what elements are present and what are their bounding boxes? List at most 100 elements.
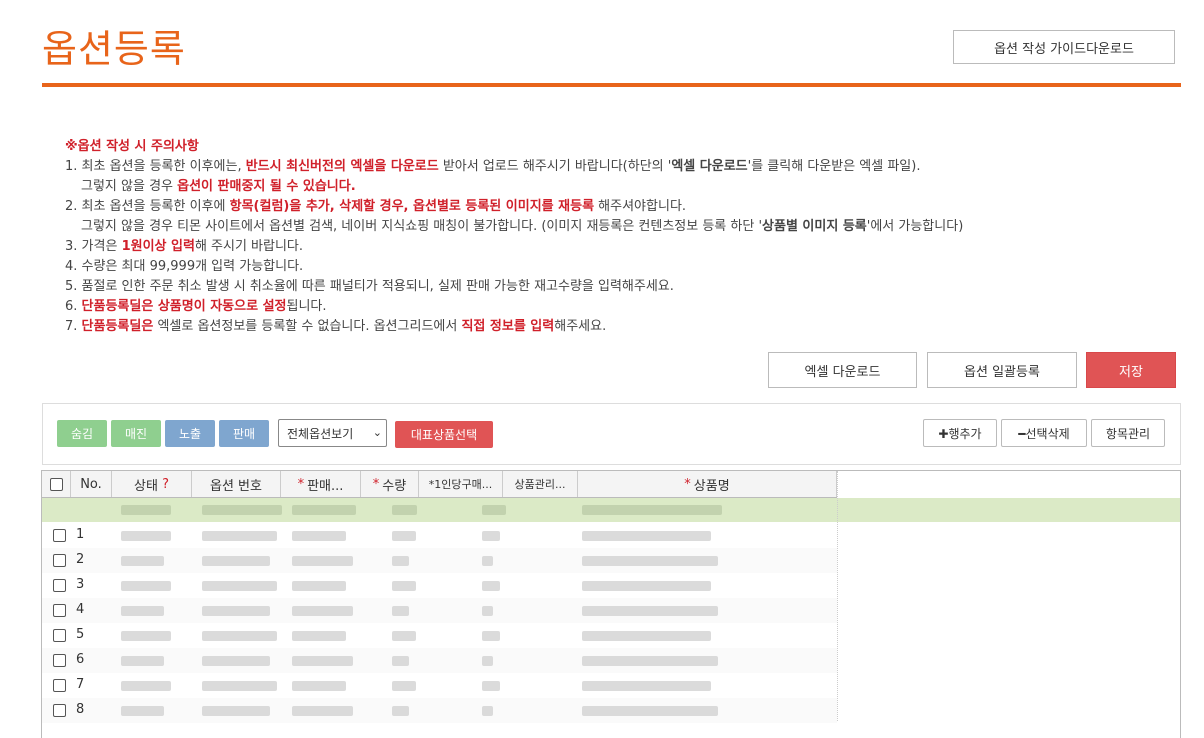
row-checkbox[interactable] (53, 704, 66, 717)
redacted-cell[interactable] (121, 556, 164, 566)
row-checkbox[interactable] (53, 604, 66, 617)
notice-line-2: 2. 최초 옵션을 등록한 이후에 항목(컬럼)을 추가, 삭제할 경우, 옵션… (65, 197, 963, 217)
header-label: 판매... (307, 478, 344, 494)
redacted-cell[interactable] (482, 656, 493, 666)
redacted-cell[interactable] (202, 606, 270, 616)
expose-button[interactable]: 노출 (165, 420, 215, 447)
redacted-cell[interactable] (392, 681, 416, 691)
redacted-cell[interactable] (582, 606, 718, 616)
notice-line-2b: 그렇지 않을 경우 티몬 사이트에서 옵션별 검색, 네이버 지식쇼핑 매칭이 … (65, 217, 963, 237)
add-row-button[interactable]: ✚행추가 (923, 419, 997, 447)
redacted-cell[interactable] (392, 606, 409, 616)
redacted-cell[interactable] (482, 706, 493, 716)
select-all-checkbox[interactable] (49, 477, 63, 491)
redacted-cell[interactable] (392, 656, 409, 666)
redacted-cell[interactable] (292, 706, 353, 716)
table-row[interactable]: 4 (42, 598, 837, 623)
table-row[interactable]: 2 (42, 548, 837, 573)
note-strong: 엑셀 다운로드 (671, 159, 748, 174)
redacted-cell[interactable] (121, 606, 164, 616)
row-checkbox[interactable] (53, 654, 66, 667)
hide-button[interactable]: 숨김 (57, 420, 107, 447)
delete-selected-button[interactable]: ━선택삭제 (1001, 419, 1087, 447)
header-label: 상태 (134, 478, 158, 494)
note-text: 됩니다. (286, 299, 327, 314)
redacted-cell[interactable] (392, 531, 416, 541)
header-qty[interactable]: * 수량 (361, 471, 419, 497)
redacted-cell[interactable] (202, 631, 277, 641)
redacted-cell[interactable] (482, 606, 493, 616)
header-product-name[interactable]: * 상품명 (578, 471, 837, 497)
redacted-cell[interactable] (292, 581, 346, 591)
redacted-cell[interactable] (121, 656, 164, 666)
row-number: 1 (76, 527, 85, 542)
row-checkbox[interactable] (53, 579, 66, 592)
redacted-cell[interactable] (121, 581, 171, 591)
redacted-cell[interactable] (482, 681, 500, 691)
redacted-cell[interactable] (292, 681, 346, 691)
row-checkbox[interactable] (53, 554, 66, 567)
header-price[interactable]: * 판매... (281, 471, 361, 497)
guide-download-button[interactable]: 옵션 작성 가이드다운로드 (953, 30, 1175, 64)
table-row[interactable]: 3 (42, 573, 837, 598)
redacted-cell[interactable] (202, 581, 277, 591)
redacted-cell[interactable] (121, 681, 171, 691)
redacted-cell[interactable] (582, 581, 711, 591)
redacted-cell[interactable] (121, 531, 171, 541)
bulk-register-button[interactable]: 옵션 일괄등록 (927, 352, 1077, 388)
header-option-no[interactable]: 옵션 번호 (192, 471, 281, 497)
redacted-cell[interactable] (292, 631, 346, 641)
save-button[interactable]: 저장 (1086, 352, 1176, 388)
redacted-cell[interactable] (292, 556, 353, 566)
manage-columns-button[interactable]: 항목관리 (1091, 419, 1165, 447)
redacted-cell[interactable] (392, 706, 409, 716)
redacted-cell[interactable] (292, 531, 346, 541)
redacted-cell[interactable] (392, 556, 409, 566)
note-text: 6. (65, 299, 82, 314)
table-row[interactable]: 1 (42, 523, 837, 548)
redacted-cell[interactable] (202, 706, 270, 716)
sell-button[interactable]: 판매 (219, 420, 269, 447)
soldout-button[interactable]: 매진 (111, 420, 161, 447)
redacted-cell[interactable] (482, 531, 500, 541)
redacted-filter-cell (202, 505, 282, 515)
help-icon[interactable]: ? (162, 477, 169, 492)
redacted-cell[interactable] (582, 631, 711, 641)
table-row[interactable]: 8 (42, 698, 837, 723)
redacted-cell[interactable] (121, 631, 171, 641)
row-checkbox[interactable] (53, 629, 66, 642)
redacted-cell[interactable] (482, 581, 500, 591)
redacted-cell[interactable] (202, 531, 277, 541)
header-purchase-limit[interactable]: *1인당구매... (419, 471, 503, 497)
row-checkbox[interactable] (53, 679, 66, 692)
row-number: 8 (76, 702, 85, 717)
table-row[interactable]: 6 (42, 648, 837, 673)
redacted-cell[interactable] (121, 706, 164, 716)
header-manage[interactable]: 상품관리... (503, 471, 578, 497)
notice-line-6: 6. 단품등록딜은 상품명이 자동으로 설정됩니다. (65, 297, 963, 317)
required-mark: * (684, 476, 691, 492)
redacted-cell[interactable] (582, 531, 711, 541)
redacted-cell[interactable] (392, 581, 416, 591)
redacted-cell[interactable] (582, 656, 718, 666)
notice-line-1b: 그렇지 않을 경우 옵션이 판매중지 될 수 있습니다. (65, 177, 963, 197)
redacted-cell[interactable] (202, 556, 270, 566)
redacted-cell[interactable] (392, 631, 416, 641)
redacted-cell[interactable] (482, 631, 500, 641)
rep-product-button[interactable]: 대표상품선택 (395, 421, 493, 448)
redacted-cell[interactable] (202, 656, 270, 666)
redacted-cell[interactable] (292, 656, 353, 666)
header-no: No. (71, 471, 112, 497)
option-view-select[interactable]: 전체옵션보기 ⌄ (278, 419, 387, 447)
redacted-cell[interactable] (582, 681, 711, 691)
excel-download-button[interactable]: 엑셀 다운로드 (768, 352, 917, 388)
header-status[interactable]: 상태 ? (112, 471, 192, 497)
redacted-cell[interactable] (582, 706, 718, 716)
redacted-cell[interactable] (582, 556, 718, 566)
redacted-cell[interactable] (292, 606, 353, 616)
table-row[interactable]: 5 (42, 623, 837, 648)
redacted-cell[interactable] (482, 556, 493, 566)
redacted-cell[interactable] (202, 681, 277, 691)
row-checkbox[interactable] (53, 529, 66, 542)
table-row[interactable]: 7 (42, 673, 837, 698)
